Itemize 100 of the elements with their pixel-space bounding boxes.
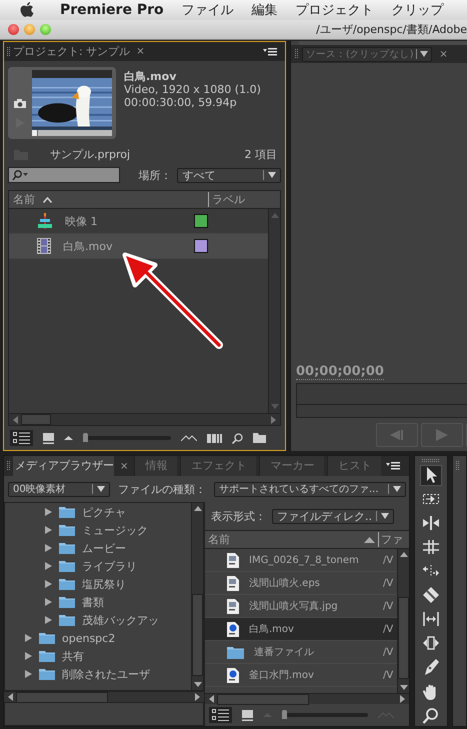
collapsed-triangle-icon[interactable] [45, 598, 52, 606]
collapsed-triangle-icon[interactable] [25, 652, 32, 660]
folder-tree-item[interactable]: ピクチャ [5, 503, 191, 521]
file-name: 浅間山噴火写真.jpg [249, 600, 339, 613]
file-name: 浅間山噴火.eps [249, 576, 321, 590]
folder-icon [59, 524, 75, 536]
column-header[interactable]: ファ [378, 532, 409, 547]
panel-menu-icon[interactable] [263, 48, 277, 56]
list-view-button[interactable] [10, 430, 33, 446]
caret-icon[interactable] [381, 513, 389, 519]
close-tab-button[interactable]: × [436, 48, 451, 60]
caret-icon[interactable] [97, 486, 105, 492]
panel-tab[interactable]: マーカー [259, 456, 324, 476]
list-view-button[interactable] [209, 707, 232, 723]
timecode[interactable]: 00;00;00;00 [296, 364, 384, 380]
panel-tab[interactable]: エフェクト [180, 456, 256, 476]
menu-item[interactable]: ファイル [182, 1, 234, 19]
image-file-icon [227, 576, 239, 590]
folder-tree-item[interactable]: 書類 [5, 593, 191, 611]
panel-menu-icon[interactable] [386, 462, 400, 470]
folder-tree-item[interactable]: ライブラリ [5, 557, 191, 575]
panel-tab[interactable]: プロジェクト: サンプル [13, 44, 130, 59]
scroll-bar[interactable] [299, 41, 467, 45]
project-file-name: サンプル.prproj [50, 146, 130, 162]
camera-icon[interactable] [14, 99, 26, 108]
image-file-icon [227, 552, 239, 568]
folder-tree-item[interactable]: 塩尻祭り [5, 575, 191, 593]
folder-icon [39, 632, 55, 644]
new-folder-icon[interactable] [253, 433, 266, 443]
file-name: IMG_0026_7_8_tonem [249, 554, 360, 566]
view-format-label: 表示形式： [211, 508, 266, 524]
panel-tab[interactable]: メディアブラウザー [13, 456, 114, 476]
file-name: 白鳥.mov [249, 623, 295, 636]
file-row[interactable]: 浅間山噴火.eps /V [205, 572, 397, 595]
project-item-row[interactable]: 白鳥.mov [9, 234, 268, 259]
folder-icon [59, 542, 75, 554]
file-row[interactable]: IMG_0026_7_8_tonem /V [205, 549, 397, 572]
icon-view-icon[interactable] [242, 710, 253, 720]
file-path: /V [383, 646, 394, 658]
apple-icon[interactable] [20, 2, 34, 18]
image-file-icon [227, 598, 239, 614]
file-type-dropdown[interactable]: サポートされているすべてのファ... [214, 482, 406, 496]
search-icon[interactable] [232, 432, 243, 444]
scroll-bar[interactable] [268, 209, 280, 413]
scroll-bar[interactable] [191, 503, 203, 690]
file-path: /V [383, 624, 394, 634]
source-tab-dropdown[interactable]: ソース：(クリップなし) [302, 46, 432, 62]
panel-tab[interactable]: 情報 [134, 456, 178, 476]
scroll-bar[interactable] [397, 549, 409, 693]
folder-tree-item[interactable]: 削除されたユーザ [5, 665, 191, 683]
collapsed-triangle-icon[interactable] [25, 670, 32, 678]
scroll-bar[interactable] [205, 693, 409, 704]
close-tab-button[interactable]: × [133, 46, 148, 57]
movie-file-icon [227, 668, 239, 682]
collapsed-triangle-icon[interactable] [45, 562, 52, 570]
icon-view-icon[interactable] [43, 432, 54, 444]
folder-tree-item[interactable]: ミュージック [5, 521, 191, 539]
collapsed-triangle-icon[interactable] [45, 616, 52, 624]
file-name: 釜口水門.mov [249, 668, 315, 682]
columns-icon[interactable] [207, 434, 222, 442]
label-color-swatch[interactable] [194, 214, 208, 228]
caret-icon[interactable] [268, 172, 276, 178]
folder-tree-item[interactable]: 茂雄バックアッ [5, 611, 191, 629]
collapsed-triangle-icon[interactable] [45, 526, 52, 534]
folder-tree-item[interactable]: ムービー [5, 539, 191, 557]
menu-item[interactable]: プロジェクト [296, 1, 374, 19]
scroll-bar[interactable] [4, 691, 204, 702]
caret-icon[interactable] [393, 486, 401, 492]
panel-tab[interactable]: ヒスト [327, 456, 382, 476]
app-menu[interactable]: Premiere Pro [60, 2, 164, 18]
caret-icon[interactable] [420, 51, 428, 57]
collapsed-triangle-icon[interactable] [25, 634, 32, 642]
sort-ascending-icon[interactable] [43, 196, 52, 202]
search-field[interactable] [8, 167, 120, 183]
sort-ascending-icon[interactable] [364, 536, 375, 542]
menu-item[interactable]: 編集 [252, 1, 278, 19]
scroll-bar[interactable] [9, 413, 280, 425]
collapsed-triangle-icon[interactable] [45, 544, 52, 552]
file-row[interactable]: 釜口水門.mov /V [205, 664, 397, 687]
close-button[interactable] [8, 24, 19, 35]
folder-tree-item[interactable]: 共有 [5, 647, 191, 665]
column-header[interactable]: ラベル [208, 192, 280, 207]
small-mountain-icon[interactable] [64, 436, 73, 440]
folder-tree-item[interactable]: openspc2 [5, 629, 191, 647]
file-type-label: ファイルの種類： [118, 482, 206, 496]
zoom-scroll-bar[interactable] [296, 405, 467, 418]
menu-item[interactable]: クリップ [392, 1, 444, 19]
label-color-swatch[interactable] [194, 239, 208, 253]
column-header[interactable]: 名前 [208, 532, 230, 547]
file-row[interactable]: 連番ファイル /V [205, 641, 397, 664]
file-row[interactable]: 白鳥.mov /V [205, 618, 397, 641]
collapsed-triangle-icon[interactable] [45, 508, 52, 516]
search-icon[interactable] [12, 170, 28, 180]
view-format-dropdown[interactable]: ファイルディレク... [272, 508, 394, 524]
column-header[interactable]: 名前 [13, 192, 35, 207]
close-tab-button[interactable]: × [117, 460, 132, 472]
location-dropdown[interactable]: 00映像素材 [8, 482, 110, 496]
location-dropdown[interactable]: すべて [177, 168, 281, 182]
collapsed-triangle-icon[interactable] [45, 580, 52, 588]
sequence-icon [37, 213, 53, 229]
